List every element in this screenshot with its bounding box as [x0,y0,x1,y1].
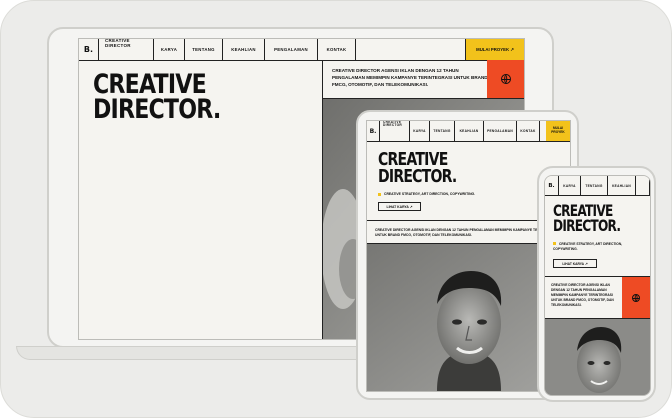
tablet-nav-item-kontak[interactable]: KONTAK [517,121,540,141]
phone-nav: B. KARYA TENTANG KEAHLIAN [545,176,650,196]
globe-button[interactable] [487,60,524,98]
phone-headline-line-2: DIRECTOR. [553,215,621,235]
phone-screen: B. KARYA TENTANG KEAHLIAN CREATIVE DIREC… [544,175,651,396]
laptop-nav: B. CREATIVE DIRECTOR KARYA TENTANG KEAHL… [79,39,524,61]
phone-tagline-dot-icon [553,242,556,245]
tagline-dot-icon [378,192,381,196]
tablet-brand-name[interactable]: CREATIVE DIRECTOR [380,121,410,141]
tablet-nav-item-karya[interactable]: KARYA [410,121,430,141]
tablet-nav: B. CREATIVE DIRECTOR KARYA TENTANG KEAHL… [367,121,570,142]
tablet-tagline-text: CREATIVE STRATEGY, ART DIRECTION, COPYWR… [384,192,476,196]
start-project-button[interactable]: MULAI PROYEK ↗ [466,39,524,60]
tablet-hero-headline: CREATIVE DIRECTOR. [378,151,457,187]
phone-nav-item-karya[interactable]: KARYA [559,176,581,195]
headline-line-2: DIRECTOR. [93,93,221,125]
phone-tagline-text-2: COPYWRITING. [553,246,578,251]
tablet-tagline: CREATIVE STRATEGY, ART DIRECTION, COPYWR… [378,192,475,196]
hero-headline: CREATIVE DIRECTOR. [93,71,221,125]
phone-view-work-button[interactable]: LIHAT KARYA ↗ [553,259,597,268]
phone-tagline: CREATIVE STRATEGY, ART DIRECTION, COPYWR… [553,242,622,251]
phone-nav-item-keahlian[interactable]: KEAHLIAN [608,176,636,195]
nav-item-tentang[interactable]: TENTANG [185,39,223,60]
phone-hero-headline: CREATIVE DIRECTOR. [553,203,621,235]
site-logo[interactable]: B. [79,39,99,60]
nav-spacer [356,39,466,60]
nav-item-keahlian[interactable]: KEAHLIAN [223,39,265,60]
intro-text: CREATIVE DIRECTOR AGENSI IKLAN DENGAN 12… [332,68,488,87]
phone-globe-icon [632,293,640,302]
nav-item-karya[interactable]: KARYA [154,39,185,60]
phone-nav-item-tentang[interactable]: TENTANG [581,176,608,195]
tablet-nav-item-tentang[interactable]: TENTANG [430,121,455,141]
phone-nav-spacer [636,176,650,195]
phone-globe-button[interactable] [622,277,650,318]
brand-name[interactable]: CREATIVE DIRECTOR [99,39,154,60]
tablet-headline-line-2: DIRECTOR. [378,165,457,187]
tablet-site-logo[interactable]: B. [367,121,380,141]
phone-site-logo[interactable]: B. [545,176,559,195]
nav-item-pengalaman[interactable]: PENGALAMAN [265,39,318,60]
tablet-view-work-button[interactable]: LIHAT KARYA ↗ [378,202,421,211]
phone-portrait-graphic [545,319,650,395]
tablet-brand-line-2: DIRECTOR [383,123,402,128]
tablet-intro-text: CREATIVE DIRECTOR AGENSI IKLAN DENGAN 12… [375,228,559,238]
brand-line-2: DIRECTOR [105,42,131,48]
device-mockup-stage: B. CREATIVE DIRECTOR KARYA TENTANG KEAHL… [0,0,672,420]
tablet-nav-item-keahlian[interactable]: KEAHLIAN [455,121,484,141]
phone-tagline-text-1: CREATIVE STRATEGY, ART DIRECTION, [559,242,623,246]
globe-icon [500,74,511,84]
tablet-nav-item-pengalaman[interactable]: PENGALAMAN [484,121,517,141]
nav-item-kontak[interactable]: KONTAK [318,39,356,60]
phone-hero-portrait [545,319,650,395]
tablet-cta-line-2: PROYEK [551,130,565,134]
tablet-start-project-button[interactable]: MULAI PROYEK [546,121,570,141]
phone-intro-text: CREATIVE DIRECTOR AGENSI IKLAN DENGAN 12… [551,283,614,308]
